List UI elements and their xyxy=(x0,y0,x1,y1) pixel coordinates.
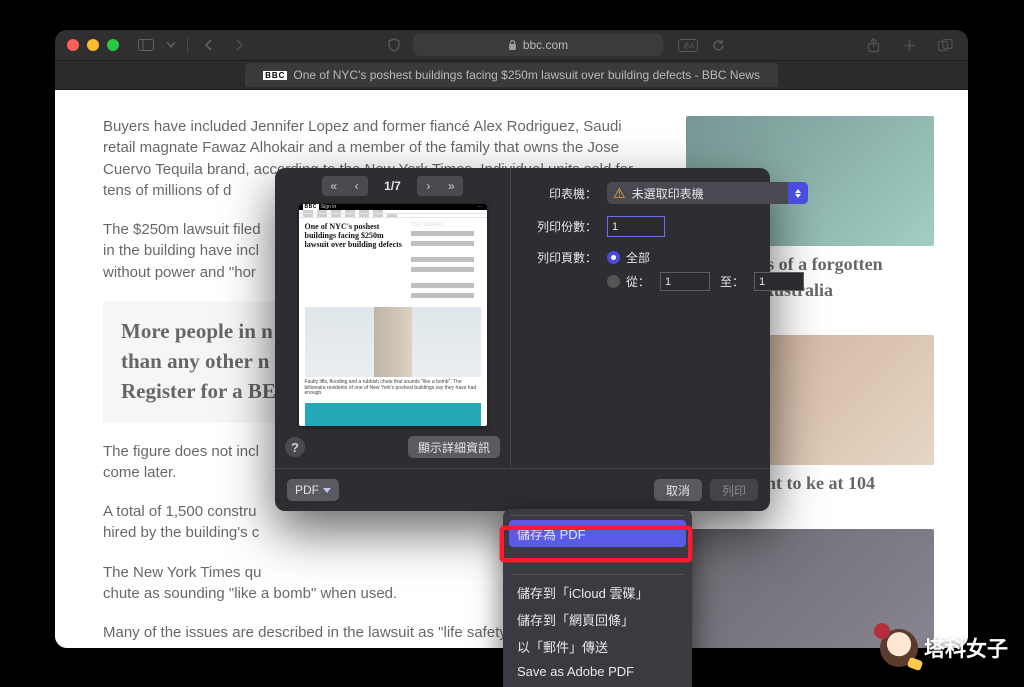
menu-item-save-as-pdf[interactable]: 儲存為 PDF xyxy=(509,520,686,547)
forward-button[interactable] xyxy=(228,36,250,54)
cancel-button[interactable]: 取消 xyxy=(654,479,702,501)
address-bar[interactable]: bbc.com xyxy=(413,34,663,56)
copies-input[interactable] xyxy=(607,216,665,237)
warning-icon: ⚠︎ xyxy=(613,185,626,202)
close-window-button[interactable] xyxy=(67,39,79,51)
tab-overview-button[interactable] xyxy=(934,36,956,54)
menu-item-save-to-evernote[interactable]: 儲存 PDF 至 Evernote xyxy=(509,683,686,687)
pdf-dropdown-button[interactable]: PDF xyxy=(287,479,339,501)
print-button[interactable]: 列印 xyxy=(710,479,758,501)
radio-selected-icon xyxy=(607,251,620,264)
toolbar-separator xyxy=(187,37,188,53)
menu-item-save-as-adobe-pdf[interactable]: Save as Adobe PDF xyxy=(509,660,686,683)
printer-select[interactable]: ⚠︎ 未選取印表機 xyxy=(607,182,808,204)
lock-icon xyxy=(508,40,517,51)
page-indicator: 1/7 xyxy=(384,179,401,193)
printer-label: 印表機： xyxy=(527,185,597,202)
svg-text:あA: あA xyxy=(683,42,695,50)
pages-range-option[interactable]: 從： 至： xyxy=(607,272,808,291)
tab-title: One of NYC's poshest buildings facing $2… xyxy=(293,68,760,82)
browser-toolbar: bbc.com あA xyxy=(55,30,968,61)
preview-next-last-buttons[interactable]: › » xyxy=(417,176,463,196)
show-details-button[interactable]: 顯示詳細資訊 xyxy=(408,436,500,458)
dropdown-caret-icon xyxy=(323,488,331,493)
pdf-dropdown-menu: 儲存為 PDF 儲存到「iCloud 雲碟」 儲存到「網頁回條」 以「郵件」傳送… xyxy=(503,509,692,687)
page-navigator: « ‹ 1/7 › » xyxy=(285,176,500,196)
printer-value: 未選取印表機 xyxy=(632,185,704,202)
privacy-report-button[interactable] xyxy=(383,36,405,54)
print-dialog: « ‹ 1/7 › » BBCSign in⋯ One of NYC's pos… xyxy=(275,168,770,511)
pages-to-input[interactable] xyxy=(754,272,804,291)
next-page-icon: › xyxy=(417,179,440,193)
zoom-window-button[interactable] xyxy=(107,39,119,51)
menu-item-disabled xyxy=(509,547,686,570)
menu-item-save-to-receipts[interactable]: 儲存到「網頁回條」 xyxy=(509,606,686,633)
toolbar-right-group xyxy=(862,36,956,54)
url-domain-text: bbc.com xyxy=(523,38,568,52)
mascot-icon xyxy=(880,629,918,667)
menu-item-send-via-mail[interactable]: 以「郵件」傳送 xyxy=(509,633,686,660)
minimize-window-button[interactable] xyxy=(87,39,99,51)
preview-headline: One of NYC's poshest buildings facing $2… xyxy=(305,222,405,300)
watermark: 塔科女子 xyxy=(880,629,1008,667)
browser-tab[interactable]: BBC One of NYC's poshest buildings facin… xyxy=(245,63,778,87)
translate-button[interactable]: あA xyxy=(677,36,699,54)
print-preview-pane: « ‹ 1/7 › » BBCSign in⋯ One of NYC's pos… xyxy=(275,168,511,468)
preview-first-prev-buttons[interactable]: « ‹ xyxy=(322,176,368,196)
new-tab-button[interactable] xyxy=(898,36,920,54)
back-button[interactable] xyxy=(198,36,220,54)
pages-from-input[interactable] xyxy=(660,272,710,291)
print-dialog-footer: PDF 取消 列印 xyxy=(275,468,770,511)
radio-unselected-icon xyxy=(607,275,620,288)
tab-favicon: BBC xyxy=(263,71,287,80)
sidebar-toggle-button[interactable] xyxy=(135,36,157,54)
first-page-icon: « xyxy=(322,179,345,193)
print-preview-thumbnail: BBCSign in⋯ One of NYC's poshest buildin… xyxy=(299,204,487,426)
window-controls xyxy=(67,39,119,51)
tab-bar: BBC One of NYC's poshest buildings facin… xyxy=(55,61,968,90)
share-button[interactable] xyxy=(862,36,884,54)
pages-all-option[interactable]: 全部 xyxy=(607,249,808,266)
pages-label: 列印頁數： xyxy=(527,249,597,266)
copies-label: 列印份數： xyxy=(527,218,597,235)
help-button[interactable]: ? xyxy=(285,437,305,457)
sidebar-menu-chevron-icon[interactable] xyxy=(165,36,177,54)
dropdown-stepper-icon xyxy=(788,182,808,204)
reload-button[interactable] xyxy=(707,36,729,54)
menu-item-save-to-icloud[interactable]: 儲存到「iCloud 雲碟」 xyxy=(509,579,686,606)
watermark-text: 塔科女子 xyxy=(924,633,1008,663)
print-options-pane: 印表機： ⚠︎ 未選取印表機 列印份數： 列印頁數： 全部 xyxy=(511,168,824,468)
prev-page-icon: ‹ xyxy=(345,179,368,193)
last-page-icon: » xyxy=(440,179,463,193)
